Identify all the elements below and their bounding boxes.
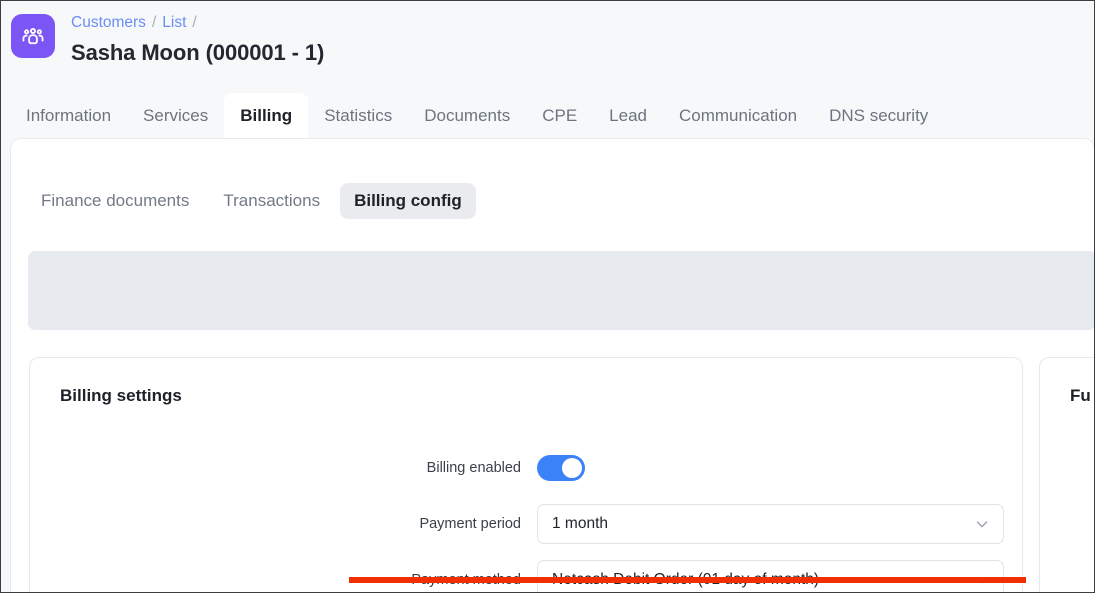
control-billing-enabled [537, 455, 1022, 481]
header-text-group: Customers / List / Sasha Moon (000001 - … [71, 11, 324, 68]
side-card: Fu [1039, 357, 1094, 592]
breadcrumb-item-customers[interactable]: Customers [71, 12, 146, 34]
app-viewport: Customers / List / Sasha Moon (000001 - … [0, 0, 1095, 593]
tab-lead[interactable]: Lead [593, 93, 663, 139]
chevron-down-icon [973, 515, 991, 533]
tab-statistics[interactable]: Statistics [308, 93, 408, 139]
billing-settings-form: Billing enabled Payment period 1 month [30, 440, 1022, 592]
control-payment-period: 1 month [537, 504, 1022, 544]
label-payment-period: Payment period [419, 516, 521, 532]
form-row-billing-enabled: Billing enabled [30, 440, 1022, 496]
tab-dns-security[interactable]: DNS security [813, 93, 944, 139]
subtab-finance-documents[interactable]: Finance documents [27, 183, 203, 219]
subtab-transactions[interactable]: Transactions [209, 183, 334, 219]
breadcrumb-separator-1: / [151, 14, 157, 31]
toggle-knob [562, 458, 582, 478]
breadcrumb: Customers / List / [71, 12, 324, 34]
form-row-payment-period: Payment period 1 month [30, 496, 1022, 552]
tab-services[interactable]: Services [127, 93, 224, 139]
content-placeholder-block [28, 251, 1094, 330]
main-tabbar: Information Services Billing Statistics … [2, 93, 1094, 139]
tab-cpe[interactable]: CPE [526, 93, 593, 139]
billing-settings-card: Billing settings Billing enabled Payment… [29, 357, 1023, 592]
billing-content-card: Finance documents Transactions Billing c… [10, 138, 1094, 592]
breadcrumb-separator-2: / [192, 14, 197, 31]
annotation-underline [349, 577, 1026, 583]
tab-billing[interactable]: Billing [224, 93, 309, 139]
users-group-icon [11, 14, 55, 58]
breadcrumb-item-list[interactable]: List [162, 12, 186, 34]
tab-documents[interactable]: Documents [408, 93, 526, 139]
tab-communication[interactable]: Communication [663, 93, 813, 139]
payment-period-select[interactable]: 1 month [537, 504, 1004, 544]
payment-period-value: 1 month [552, 515, 609, 532]
subtab-billing-config[interactable]: Billing config [340, 183, 476, 219]
label-billing-enabled: Billing enabled [426, 460, 521, 476]
side-card-title: Fu [1070, 386, 1091, 405]
page-header: Customers / List / Sasha Moon (000001 - … [2, 2, 1094, 92]
form-row-payment-method: Payment method Netcash Debit Order (01 d… [30, 552, 1022, 592]
billing-enabled-toggle[interactable] [537, 455, 585, 481]
billing-subtabs: Finance documents Transactions Billing c… [27, 183, 476, 219]
tab-information[interactable]: Information [10, 93, 127, 139]
page-title: Sasha Moon (000001 - 1) [71, 40, 325, 65]
billing-settings-title: Billing settings [60, 386, 182, 405]
